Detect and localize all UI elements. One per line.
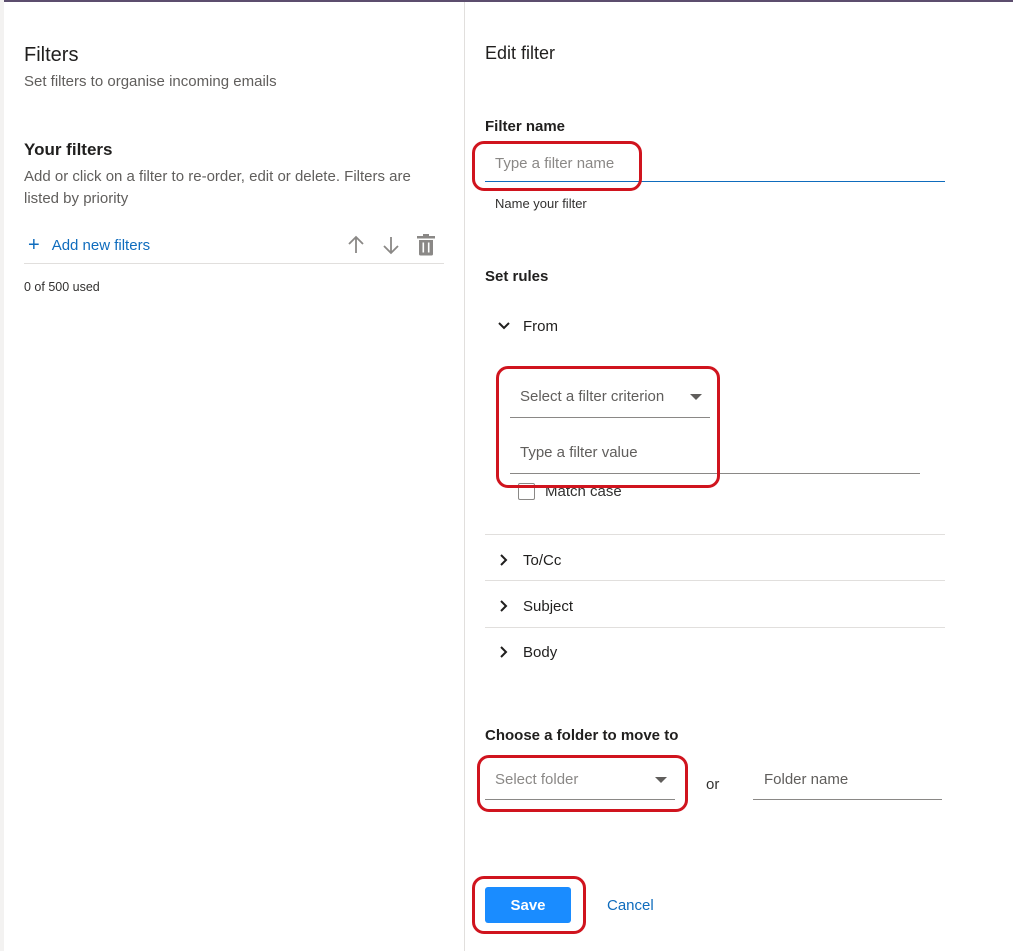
folder-section-label: Choose a folder to move to: [485, 727, 679, 744]
chevron-down-icon: [495, 322, 513, 330]
caret-down-icon: [655, 776, 667, 783]
add-new-filters-label: Add new filters: [51, 236, 151, 254]
rule-subject-toggle[interactable]: Subject: [485, 594, 945, 618]
checkbox-box: [518, 483, 535, 500]
rule-divider: [485, 627, 945, 628]
cancel-button[interactable]: Cancel: [607, 897, 654, 914]
move-down-button[interactable]: [378, 232, 404, 258]
rule-body-label: Body: [523, 643, 558, 661]
filter-criterion-placeholder: Select a filter criterion: [520, 388, 665, 405]
or-label: or: [706, 776, 720, 793]
filter-name-input[interactable]: [485, 146, 945, 182]
arrow-down-icon: [383, 237, 399, 255]
folder-select-placeholder: Select folder: [495, 771, 579, 788]
folder-select[interactable]: Select folder: [485, 760, 675, 800]
your-filters-heading: Your filters: [24, 140, 113, 159]
set-rules-label: Set rules: [485, 268, 549, 285]
trash-icon: [417, 234, 435, 256]
chevron-right-icon: [495, 600, 513, 612]
chevron-right-icon: [495, 554, 513, 566]
page-title: Filters: [24, 44, 79, 66]
chevron-right-icon: [495, 646, 513, 658]
window-top-border: [0, 0, 1013, 2]
arrow-up-icon: [348, 235, 364, 253]
folder-name-input[interactable]: [753, 760, 942, 800]
rule-tocc-toggle[interactable]: To/Cc: [485, 548, 945, 572]
filter-usage-count: 0 of 500 used: [24, 280, 100, 294]
rule-subject-label: Subject: [523, 597, 574, 615]
left-edge: [0, 0, 4, 951]
rule-from-toggle[interactable]: From: [485, 314, 945, 338]
caret-down-icon: [690, 393, 702, 400]
pane-divider: [464, 2, 465, 951]
delete-filter-button[interactable]: [413, 232, 439, 258]
your-filters-description: Add or click on a filter to re-order, ed…: [24, 168, 411, 207]
filter-criterion-select[interactable]: Select a filter criterion: [510, 376, 710, 418]
rule-tocc-label: To/Cc: [523, 551, 562, 569]
filters-toolbar: + Add new filters: [24, 230, 444, 264]
rule-divider: [485, 534, 945, 535]
page-subtitle: Set filters to organise incoming emails: [24, 73, 277, 90]
plus-icon: +: [28, 234, 40, 256]
edit-filter-title: Edit filter: [485, 43, 556, 63]
match-case-checkbox[interactable]: Match case: [518, 483, 622, 500]
add-new-filters-button[interactable]: + Add new filters: [28, 234, 151, 256]
filter-name-hint: Name your filter: [495, 196, 587, 211]
rule-from-label: From: [523, 317, 558, 335]
match-case-label: Match case: [545, 483, 622, 500]
rule-body-toggle[interactable]: Body: [485, 640, 945, 664]
move-up-button[interactable]: [343, 232, 369, 258]
rule-divider: [485, 580, 945, 581]
filter-value-input[interactable]: [510, 432, 920, 474]
save-button[interactable]: Save: [485, 887, 571, 923]
filter-name-label: Filter name: [485, 118, 566, 135]
